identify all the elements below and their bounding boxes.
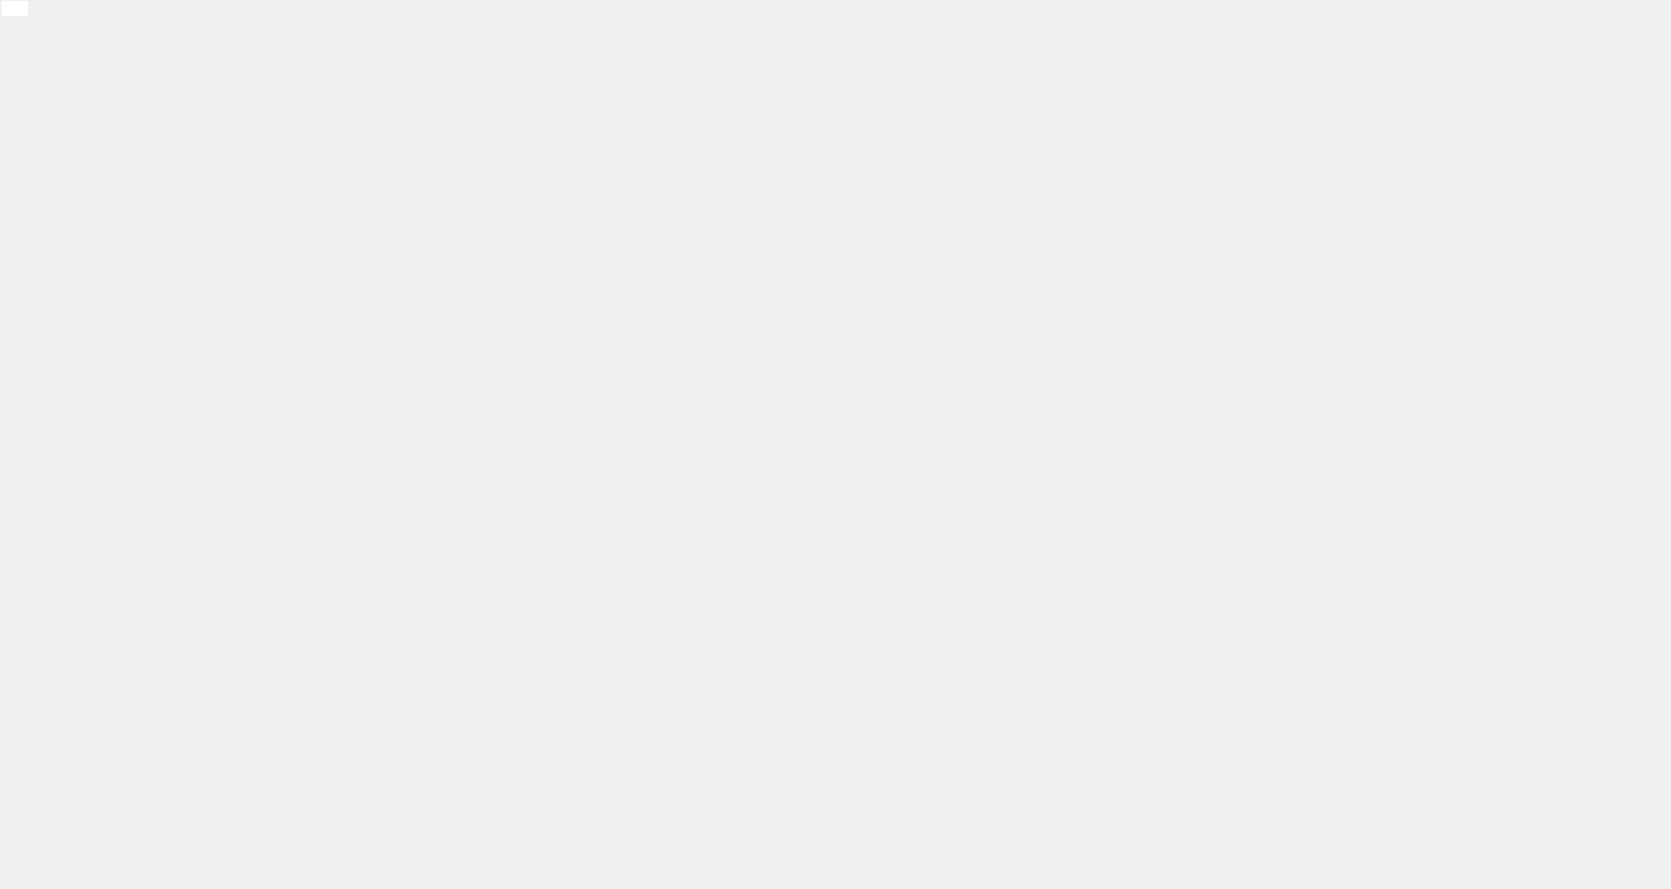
chart-title (2, 1, 28, 16)
mt4-chart-window (0, 0, 1671, 889)
